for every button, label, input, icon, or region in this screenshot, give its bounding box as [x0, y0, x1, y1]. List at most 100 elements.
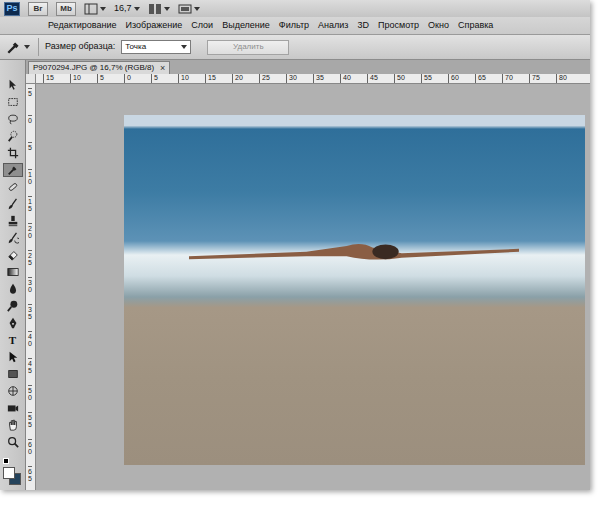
dropdown-arrow-icon[interactable] [134, 7, 140, 11]
document-tab[interactable]: P9070294.JPG @ 16,7% (RGB/8) × [28, 61, 170, 74]
ruler-label: 45 [28, 358, 32, 385]
ruler-label: 50 [28, 385, 32, 412]
tool-button[interactable] [3, 95, 23, 109]
ruler-label: 20 [28, 223, 32, 250]
menu-item[interactable]: Фильтр [279, 19, 309, 33]
ruler-label: 25 [28, 250, 32, 277]
tool-button[interactable] [3, 163, 23, 177]
tool-button[interactable] [3, 350, 23, 364]
ruler-label: 20 [232, 74, 259, 83]
horizontal-ruler: 1510505101520253035404550556065707580 [36, 74, 590, 84]
ruler-label: 10 [28, 169, 32, 196]
ruler-label: 25 [259, 74, 286, 83]
ruler-label: 65 [28, 466, 32, 490]
menu-item[interactable]: Изображение [126, 19, 183, 33]
tool-button[interactable] [3, 282, 23, 296]
zoom-tool-icon [7, 436, 19, 448]
color-swatches [2, 458, 24, 488]
default-colors-icon[interactable] [3, 458, 9, 464]
menu-item[interactable]: Справка [458, 19, 493, 33]
lasso-tool-icon [7, 113, 19, 125]
menu-item[interactable]: Окно [428, 19, 449, 33]
ruler-label: 55 [421, 74, 448, 83]
tool-button[interactable] [3, 418, 23, 432]
photoshop-logo: Ps [4, 2, 20, 16]
dropdown-arrow-icon[interactable] [181, 45, 187, 49]
tool-button[interactable] [3, 78, 23, 92]
app-launch-button[interactable]: Mb [56, 2, 76, 16]
app-launch-button[interactable]: Br [28, 2, 48, 16]
tool-button[interactable] [3, 316, 23, 330]
ruler-label: 65 [475, 74, 502, 83]
zoom-dropdown[interactable]: 16,7 [114, 2, 140, 16]
canvas-area [36, 84, 590, 490]
3d-rotate-tool-icon [7, 385, 19, 397]
tool-button[interactable] [3, 231, 23, 245]
ruler-label: 15 [28, 196, 32, 223]
ruler-label: 30 [28, 277, 32, 304]
tool-button[interactable] [3, 435, 23, 449]
dropdown-arrow-icon[interactable] [100, 7, 106, 11]
document-title: P9070294.JPG @ 16,7% (RGB/8) [33, 62, 154, 74]
tool-button[interactable] [3, 146, 23, 160]
photo [124, 115, 585, 465]
ruler-label: 5 [97, 74, 124, 83]
workspace: TP9070294.JPG @ 16,7% (RGB/8)×1510505101… [0, 60, 590, 490]
view-extras-dropdown[interactable] [84, 2, 106, 16]
ruler-origin[interactable] [26, 74, 36, 84]
close-tab-button[interactable]: × [160, 64, 165, 73]
screen-mode-dropdown[interactable] [178, 2, 200, 16]
photoshop-window: Ps Br Mb 16,7 Редактирование Изображение Слои В… [0, 0, 590, 490]
delete-button[interactable]: Удалить [207, 40, 289, 55]
tool-button[interactable]: T [3, 333, 23, 347]
ruler-label: 45 [367, 74, 394, 83]
tool-button[interactable] [3, 384, 23, 398]
menu-item[interactable]: Просмотр [378, 19, 419, 33]
rectangle-tool-icon [7, 368, 19, 380]
blur-tool-icon [7, 283, 19, 295]
menu-item[interactable]: 3D [357, 19, 369, 33]
tool-button[interactable] [3, 214, 23, 228]
foreground-color-swatch[interactable] [3, 467, 15, 479]
guides-icon [84, 2, 98, 16]
menu-item[interactable]: Слои [191, 19, 213, 33]
menu-item[interactable]: Выделение [222, 19, 270, 33]
ruler-label: 50 [394, 74, 421, 83]
tool-button[interactable] [3, 180, 23, 194]
pen-tool-icon [7, 317, 19, 329]
document-view: 1510505101520253035404550556065707580505… [26, 74, 590, 490]
dropdown-arrow-icon[interactable] [194, 7, 200, 11]
tool-button[interactable] [3, 248, 23, 262]
tool-preset-picker[interactable] [6, 38, 39, 56]
ruler-label: 40 [28, 331, 32, 358]
ruler-label: 55 [28, 412, 32, 439]
tool-button[interactable] [3, 367, 23, 381]
path-selection-tool-icon [7, 351, 19, 363]
tool-button[interactable] [3, 129, 23, 143]
healing-brush-tool-icon [7, 181, 19, 193]
person-figure [129, 243, 579, 265]
menu-item[interactable]: Анализ [318, 19, 348, 33]
quick-selection-tool-icon [7, 130, 19, 142]
menu-bar: Редактирование Изображение Слои Выделение Фи… [0, 17, 590, 35]
hand-tool-icon [7, 419, 19, 431]
3d-camera-tool-icon [7, 402, 19, 414]
arrange-documents-dropdown[interactable] [148, 2, 170, 16]
brush-tool-icon [7, 198, 19, 210]
dropdown-arrow-icon[interactable] [24, 45, 30, 49]
tool-button[interactable] [3, 112, 23, 126]
dropdown-arrow-icon[interactable] [164, 7, 170, 11]
tool-button[interactable] [3, 197, 23, 211]
crop-tool-icon [7, 147, 19, 159]
tool-button[interactable] [3, 265, 23, 279]
zoom-value: 16,7 [114, 2, 132, 16]
options-bar: Размер образца:ТочкаУдалить [0, 35, 590, 60]
tool-button[interactable] [3, 401, 23, 415]
tool-button[interactable] [3, 299, 23, 313]
menu-item[interactable]: Редактирование [48, 19, 117, 33]
sample-size-select[interactable]: Точка [121, 40, 191, 54]
ruler-label: 5 [28, 142, 32, 169]
vertical-ruler: 505101520253035404550556065 [26, 84, 36, 490]
ruler-label: 0 [124, 74, 151, 83]
eraser-tool-icon [7, 249, 19, 261]
